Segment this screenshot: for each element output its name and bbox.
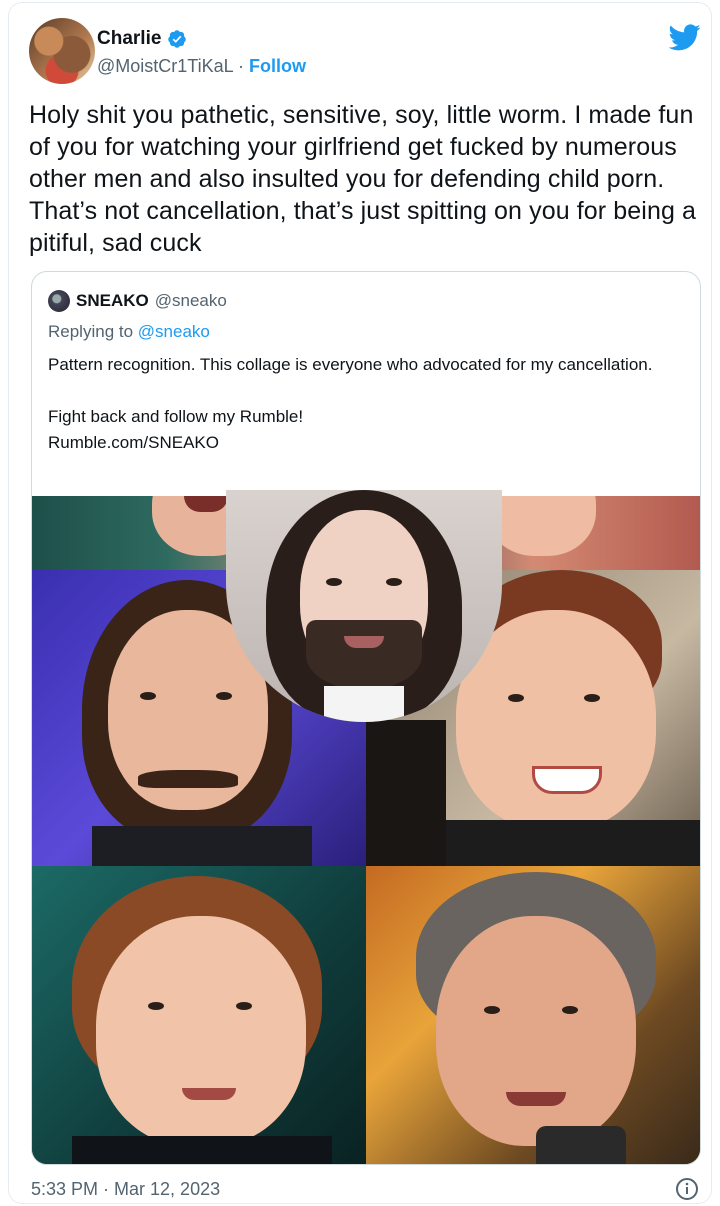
author-name[interactable]: Charlie (97, 28, 161, 50)
replying-to-line: Replying to @sneako (48, 322, 210, 342)
replying-to-prefix: Replying to (48, 322, 134, 341)
info-icon[interactable] (675, 1177, 699, 1201)
tweet-timestamp[interactable]: 5:33 PM · Mar 12, 2023 (31, 1179, 220, 1200)
quoted-text: Pattern recognition. This collage is eve… (48, 352, 678, 456)
quoted-tweet[interactable]: SNEAKO @sneako Replying to @sneako Patte… (31, 271, 701, 1165)
follow-button[interactable]: Follow (249, 56, 306, 76)
collage-photo-bottom-left (32, 866, 366, 1164)
quoted-author-name[interactable]: SNEAKO (76, 291, 149, 311)
separator-dot: · (237, 56, 244, 76)
quoted-author-avatar[interactable] (48, 290, 70, 312)
tweet-card: Charlie @MoistCr1TiKaL · Follow Holy shi… (8, 2, 712, 1204)
quoted-author-handle[interactable]: @sneako (155, 291, 227, 311)
quoted-author-row: SNEAKO @sneako (48, 290, 227, 312)
verified-badge-icon (168, 30, 187, 48)
twitter-bird-icon[interactable] (669, 21, 701, 53)
quoted-text-line-1: Pattern recognition. This collage is eve… (48, 355, 653, 374)
author-avatar[interactable] (29, 18, 95, 84)
quoted-text-line-3: Rumble.com/SNEAKO (48, 433, 219, 452)
tweet-text: Holy shit you pathetic, sensitive, soy, … (29, 101, 696, 257)
quoted-text-line-2: Fight back and follow my Rumble! (48, 407, 304, 426)
author-name-row: Charlie (97, 28, 187, 50)
photo-collage[interactable] (32, 490, 700, 1164)
collage-photo-bottom-right (366, 866, 700, 1164)
replying-to-handle[interactable]: @sneako (138, 322, 210, 341)
author-handle-row: @MoistCr1TiKaL · Follow (97, 56, 306, 77)
author-handle[interactable]: @MoistCr1TiKaL (97, 56, 233, 76)
